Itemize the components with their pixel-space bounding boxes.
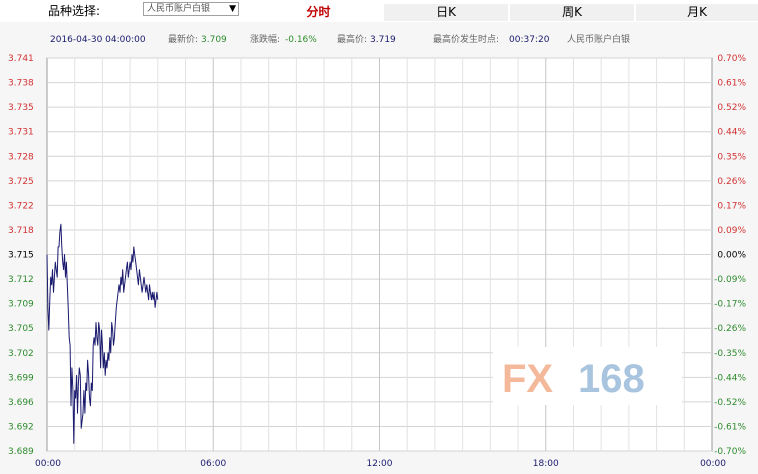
watermark-fx: FX [502,357,553,401]
y-tick-label-right: 0.52% [717,103,746,113]
y-tick-label-right: 0.26% [717,177,746,187]
y-tick-label-left: 3.712 [8,275,34,285]
y-tick-label-right: 0.70% [717,54,746,64]
y-tick-label-left: 3.702 [8,349,34,359]
y-tick-label-left: 3.699 [8,373,34,383]
fx168-watermark: FX 168 [493,347,682,405]
y-tick-label-right: -0.17% [714,300,746,310]
y-tick-label-right: -0.26% [714,324,746,334]
y-tick-label-left: 3.715 [8,251,34,261]
y-tick-label-left: 3.738 [8,79,34,89]
x-tick-label: 00:00 [700,459,726,469]
y-tick-label-right: -0.52% [714,398,746,408]
intraday-chart: 3.741 0.70% 3.738 0.61% 3.735 0.52% 3.731 0.44%… [8,54,746,469]
y-tick-label-right: -0.61% [714,422,746,432]
y-tick-label-left: 3.741 [8,54,34,64]
y-tick-label-right: 0.00% [717,251,746,261]
x-tick-label: 12:00 [367,459,393,469]
y-tick-label-left: 3.705 [8,324,34,334]
y-tick-label-left: 3.692 [8,422,34,432]
y-tick-label-left: 3.709 [8,300,34,310]
y-tick-label-right: 0.09% [717,226,746,236]
y-tick-label-right: -0.35% [714,349,746,359]
y-tick-label-left: 3.725 [8,177,34,187]
y-tick-label-right: 0.61% [717,79,746,89]
y-tick-label-right: -0.44% [714,373,746,383]
x-tick-label: 00:00 [35,459,61,469]
watermark-number: 168 [578,357,645,401]
y-tick-label-right: -0.70% [714,447,746,457]
y-tick-label-left: 3.722 [8,201,34,211]
y-tick-label-left: 3.689 [8,447,34,457]
y-tick-label-left: 3.718 [8,226,34,236]
y-tick-label-right: 0.35% [717,152,746,162]
x-tick-label: 06:00 [200,459,226,469]
x-tick-label: 18:00 [533,459,559,469]
y-tick-label-left: 3.731 [8,128,34,138]
y-tick-label-right: -0.09% [714,275,746,285]
y-tick-label-left: 3.728 [8,152,34,162]
y-tick-label-left: 3.735 [8,103,34,113]
y-tick-label-right: 0.44% [717,128,746,138]
y-tick-label-right: 0.17% [717,201,746,211]
y-tick-label-left: 3.696 [8,398,34,408]
